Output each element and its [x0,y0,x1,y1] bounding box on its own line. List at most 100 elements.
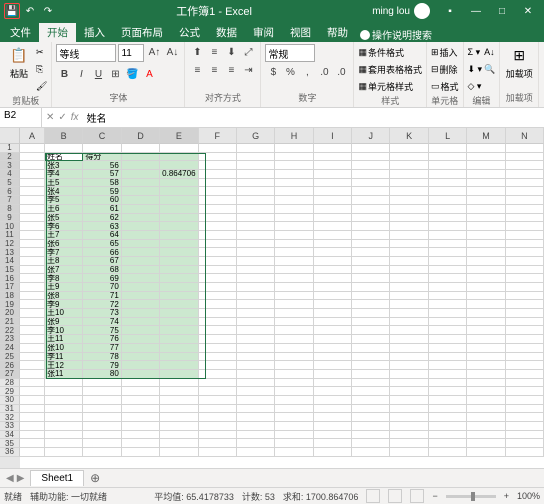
cell-J26[interactable] [352,361,390,370]
cell-A22[interactable] [20,326,45,335]
cell-J31[interactable] [352,405,390,414]
cell-E30[interactable] [160,396,198,405]
cell-M9[interactable] [467,214,505,223]
cell-A14[interactable] [20,257,45,266]
cell-E21[interactable] [160,318,198,327]
cell-B14[interactable]: 王8 [45,257,83,266]
cell-B17[interactable]: 王9 [45,283,83,292]
cell-B36[interactable] [45,448,83,457]
cell-F19[interactable] [199,300,237,309]
cell-D32[interactable] [122,413,160,422]
cell-J17[interactable] [352,283,390,292]
prev-sheet-icon[interactable]: ◀ [6,473,14,484]
cell-N5[interactable] [506,179,544,188]
cell-G20[interactable] [237,309,275,318]
cell-J3[interactable] [352,161,390,170]
cell-B8[interactable]: 王6 [45,205,83,214]
cell-I14[interactable] [314,257,352,266]
cell-A29[interactable] [20,387,45,396]
cell-M4[interactable] [467,170,505,179]
cell-D24[interactable] [122,344,160,353]
cell-A30[interactable] [20,396,45,405]
cell-N23[interactable] [506,335,544,344]
cell-N8[interactable] [506,205,544,214]
cell-I33[interactable] [314,422,352,431]
cell-H18[interactable] [275,292,313,301]
cell-M13[interactable] [467,248,505,257]
cell-D20[interactable] [122,309,160,318]
cell-H19[interactable] [275,300,313,309]
cell-E11[interactable] [160,231,198,240]
cell-A4[interactable] [20,170,45,179]
cell-I1[interactable] [314,144,352,153]
cell-F23[interactable] [199,335,237,344]
cell-I9[interactable] [314,214,352,223]
cell-K17[interactable] [390,283,428,292]
cell-H6[interactable] [275,187,313,196]
cell-F24[interactable] [199,344,237,353]
bold-button[interactable]: B [56,66,72,82]
cell-I35[interactable] [314,439,352,448]
cell-K14[interactable] [390,257,428,266]
cell-L5[interactable] [429,179,467,188]
cell-H11[interactable] [275,231,313,240]
cell-B26[interactable]: 王12 [45,361,83,370]
cell-N14[interactable] [506,257,544,266]
cell-A3[interactable] [20,161,45,170]
cell-L20[interactable] [429,309,467,318]
cell-G1[interactable] [237,144,275,153]
cell-J32[interactable] [352,413,390,422]
cell-I24[interactable] [314,344,352,353]
cell-L19[interactable] [429,300,467,309]
cell-E18[interactable] [160,292,198,301]
cell-B13[interactable]: 李7 [45,248,83,257]
autosum-button[interactable]: Σ ▾ [468,44,483,60]
tab-help[interactable]: 帮助 [319,23,356,42]
cell-A35[interactable] [20,439,45,448]
cell-D19[interactable] [122,300,160,309]
cell-M5[interactable] [467,179,505,188]
cell-K36[interactable] [390,448,428,457]
cell-H13[interactable] [275,248,313,257]
cell-G10[interactable] [237,222,275,231]
cell-N12[interactable] [506,240,544,249]
cell-I13[interactable] [314,248,352,257]
cell-K30[interactable] [390,396,428,405]
cell-N29[interactable] [506,387,544,396]
cell-N28[interactable] [506,379,544,388]
cell-C5[interactable]: 58 [83,179,121,188]
cell-L29[interactable] [429,387,467,396]
cell-E7[interactable] [160,196,198,205]
next-sheet-icon[interactable]: ▶ [17,473,25,484]
cell-H14[interactable] [275,257,313,266]
cell-C32[interactable] [83,413,121,422]
cell-A20[interactable] [20,309,45,318]
align-bottom-icon[interactable]: ⬇ [223,44,239,60]
cell-H28[interactable] [275,379,313,388]
cell-I23[interactable] [314,335,352,344]
cell-F22[interactable] [199,326,237,335]
cell-C30[interactable] [83,396,121,405]
cell-L17[interactable] [429,283,467,292]
cell-K35[interactable] [390,439,428,448]
cell-J19[interactable] [352,300,390,309]
cell-C31[interactable] [83,405,121,414]
cell-F30[interactable] [199,396,237,405]
cell-I10[interactable] [314,222,352,231]
cell-A21[interactable] [20,318,45,327]
cell-M8[interactable] [467,205,505,214]
cell-L1[interactable] [429,144,467,153]
cell-F3[interactable] [199,161,237,170]
normal-view-icon[interactable] [366,489,380,503]
cell-L18[interactable] [429,292,467,301]
format-painter-button[interactable]: 🖌 [36,78,47,94]
cell-D26[interactable] [122,361,160,370]
cell-E28[interactable] [160,379,198,388]
cell-I36[interactable] [314,448,352,457]
cell-A25[interactable] [20,353,45,362]
cell-J2[interactable] [352,153,390,162]
cell-B3[interactable]: 张3 [45,161,83,170]
cell-E14[interactable] [160,257,198,266]
cell-N13[interactable] [506,248,544,257]
redo-icon[interactable]: ↷ [40,3,56,19]
